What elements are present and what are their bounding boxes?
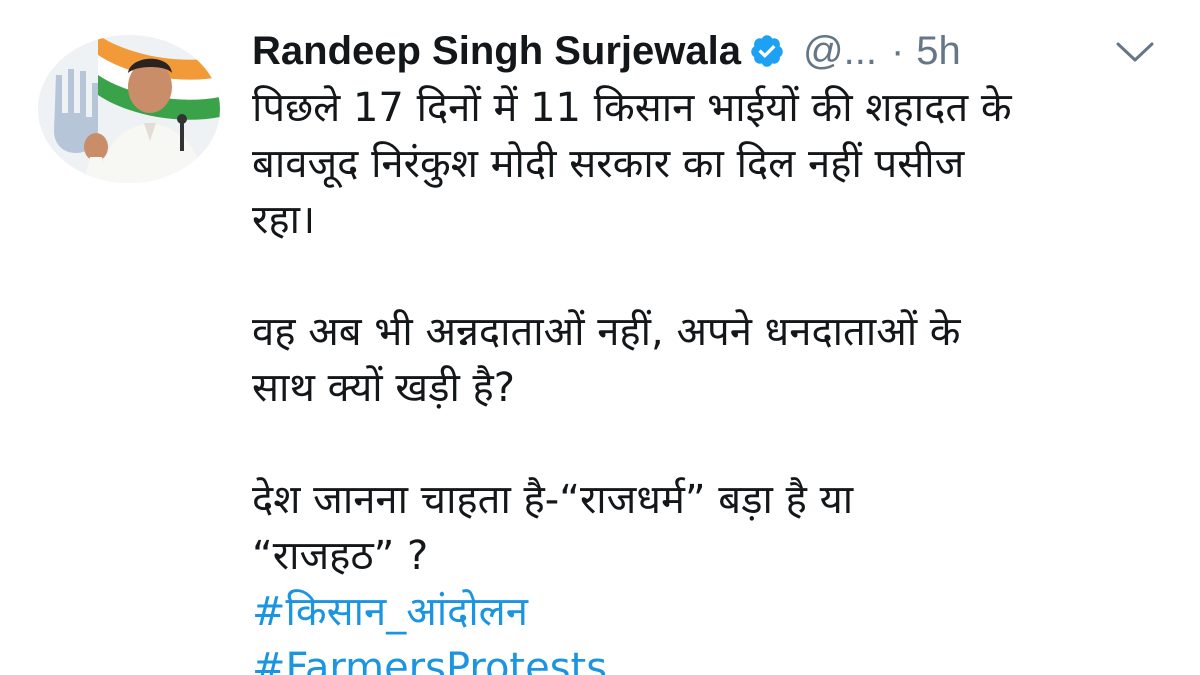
tweet-header: Randeep Singh Surjewala @... · 5h [252, 18, 961, 84]
tweet-paragraph: देश जानना चाहता है-“राजधर्म” बड़ा है या … [252, 477, 854, 579]
separator-dot: · [890, 28, 905, 73]
profile-photo-icon [38, 35, 220, 183]
avatar[interactable] [38, 35, 220, 183]
author-handle[interactable]: @... [803, 29, 877, 74]
tweet-paragraph: पिछले 17 दिनों में 11 किसान भाईयों की शह… [252, 85, 1012, 243]
hashtag-kisan-andolan[interactable]: #किसान_आंदोलन [252, 584, 1172, 640]
tweet-paragraph: वह अब भी अन्नदाताओं नहीं, अपने धनदाताओं … [252, 309, 961, 411]
author-name[interactable]: Randeep Singh Surjewala [252, 29, 741, 74]
verified-badge-icon [749, 33, 785, 69]
tweet-card: Randeep Singh Surjewala @... · 5h पिछले … [0, 0, 1200, 675]
hashtag-farmers-protests[interactable]: #FarmersProtests [252, 640, 1172, 675]
tweet-timestamp[interactable]: 5h [916, 29, 961, 74]
chevron-down-icon[interactable] [1112, 36, 1158, 66]
tweet-text: पिछले 17 दिनों में 11 किसान भाईयों की शह… [252, 80, 1172, 675]
